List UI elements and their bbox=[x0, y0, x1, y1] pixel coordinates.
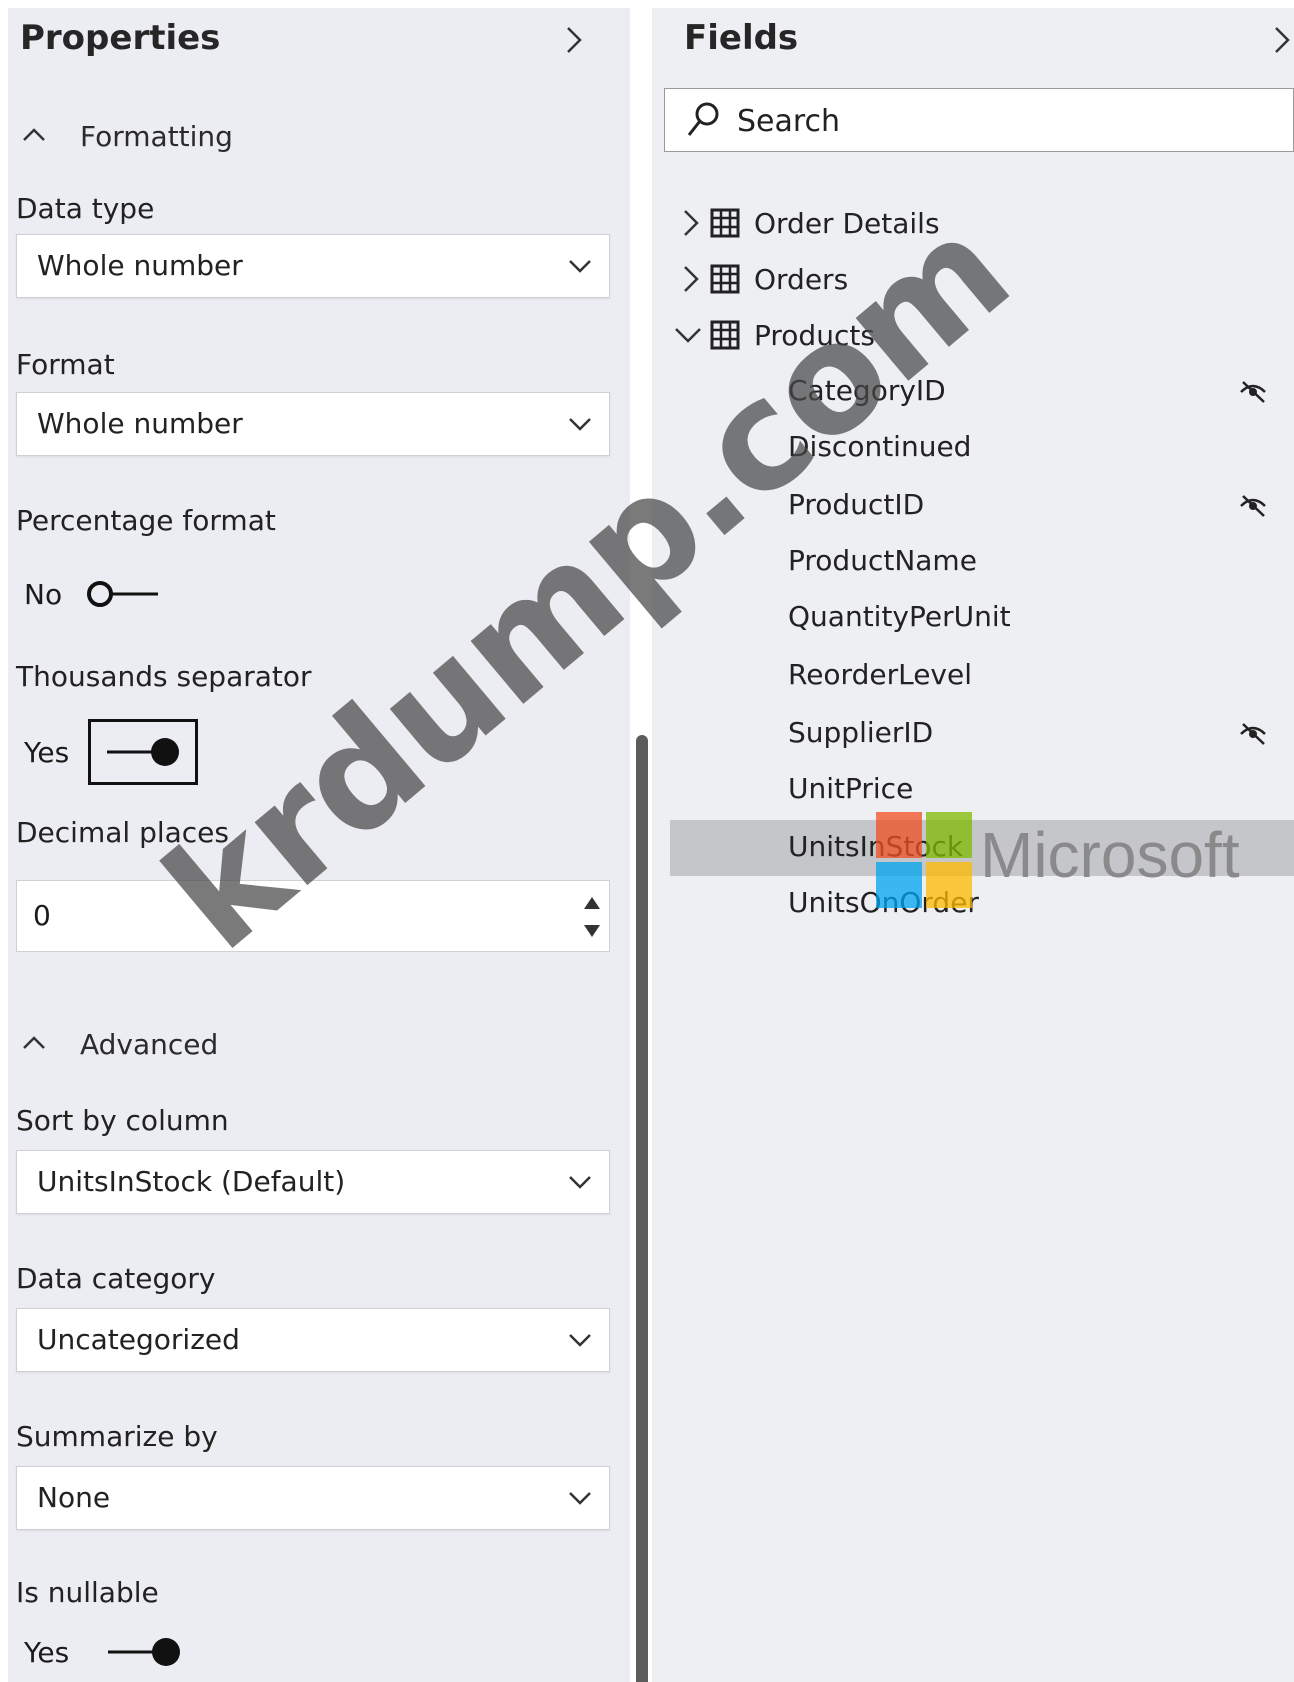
data-category-label: Data category bbox=[16, 1262, 216, 1295]
format-value: Whole number bbox=[37, 407, 243, 440]
thousands-separator-focus bbox=[88, 719, 198, 785]
advanced-section-label: Advanced bbox=[80, 1027, 219, 1061]
field-item-reorderlevel[interactable]: ReorderLevel bbox=[788, 648, 972, 702]
formatting-section-label: Formatting bbox=[80, 119, 233, 153]
thousands-separator-toggle[interactable] bbox=[103, 732, 183, 772]
advanced-section-header[interactable]: Advanced bbox=[20, 1022, 218, 1066]
data-category-dropdown[interactable]: Uncategorized bbox=[16, 1308, 610, 1372]
data-type-label: Data type bbox=[16, 192, 155, 225]
format-label: Format bbox=[16, 348, 115, 381]
chevron-up-icon bbox=[23, 128, 45, 141]
field-item-supplierid[interactable]: SupplierID bbox=[788, 706, 933, 760]
microsoft-watermark-text: Microsoft bbox=[980, 819, 1240, 891]
field-item-quantityperunit[interactable]: QuantityPerUnit bbox=[788, 590, 1011, 644]
fields-search-box[interactable] bbox=[664, 88, 1294, 152]
percentage-format-label: Percentage format bbox=[16, 504, 276, 537]
data-type-value: Whole number bbox=[37, 249, 243, 282]
field-item-productname[interactable]: ProductName bbox=[788, 534, 977, 588]
summarize-by-dropdown[interactable]: None bbox=[16, 1466, 610, 1530]
is-nullable-state: Yes bbox=[24, 1635, 70, 1669]
thousands-separator-toggle-row: Yes bbox=[24, 719, 198, 785]
hidden-eye-icon bbox=[1240, 723, 1266, 745]
sort-by-column-label: Sort by column bbox=[16, 1104, 229, 1137]
chevron-down-icon bbox=[569, 1334, 591, 1347]
thousands-separator-label: Thousands separator bbox=[16, 660, 312, 693]
chevron-right-icon[interactable] bbox=[678, 207, 704, 239]
percentage-format-toggle-row: No bbox=[24, 564, 164, 624]
formatting-section-header[interactable]: Formatting bbox=[20, 114, 233, 158]
is-nullable-toggle-row: Yes bbox=[24, 1622, 184, 1682]
collapse-properties-chevron-icon[interactable] bbox=[564, 24, 584, 56]
search-input[interactable] bbox=[735, 99, 1259, 143]
chevron-down-icon bbox=[569, 260, 591, 273]
chevron-down-icon bbox=[569, 1492, 591, 1505]
search-icon bbox=[687, 102, 719, 136]
spinner-arrows-icon[interactable] bbox=[581, 889, 603, 945]
format-dropdown[interactable]: Whole number bbox=[16, 392, 610, 456]
chevron-up-icon bbox=[23, 1036, 45, 1049]
summarize-by-value: None bbox=[37, 1481, 111, 1514]
properties-title: Properties bbox=[20, 18, 221, 58]
percentage-format-state: No bbox=[24, 577, 63, 611]
sort-by-column-dropdown[interactable]: UnitsInStock (Default) bbox=[16, 1150, 610, 1214]
chevron-down-icon[interactable] bbox=[672, 319, 704, 351]
table-icon bbox=[710, 208, 740, 238]
data-category-value: Uncategorized bbox=[37, 1323, 240, 1356]
sort-by-column-value: UnitsInStock (Default) bbox=[37, 1165, 346, 1198]
microsoft-logo bbox=[876, 812, 972, 908]
collapse-fields-chevron-icon[interactable] bbox=[1272, 24, 1292, 56]
field-item-unitprice[interactable]: UnitPrice bbox=[788, 762, 913, 816]
hidden-eye-icon bbox=[1240, 381, 1266, 403]
decimal-places-value: 0 bbox=[33, 899, 51, 932]
pane-scrollbar[interactable] bbox=[636, 735, 648, 1682]
is-nullable-label: Is nullable bbox=[16, 1576, 159, 1609]
summarize-by-label: Summarize by bbox=[16, 1420, 218, 1453]
hidden-eye-icon bbox=[1240, 495, 1266, 517]
is-nullable-toggle[interactable] bbox=[104, 1632, 184, 1672]
thousands-separator-state: Yes bbox=[24, 735, 70, 769]
table-icon bbox=[710, 264, 740, 294]
data-type-dropdown[interactable]: Whole number bbox=[16, 234, 610, 298]
percentage-format-toggle[interactable] bbox=[84, 574, 164, 614]
chevron-down-icon bbox=[569, 418, 591, 431]
fields-title: Fields bbox=[684, 18, 799, 58]
chevron-down-icon bbox=[569, 1176, 591, 1189]
chevron-right-icon[interactable] bbox=[678, 263, 704, 295]
